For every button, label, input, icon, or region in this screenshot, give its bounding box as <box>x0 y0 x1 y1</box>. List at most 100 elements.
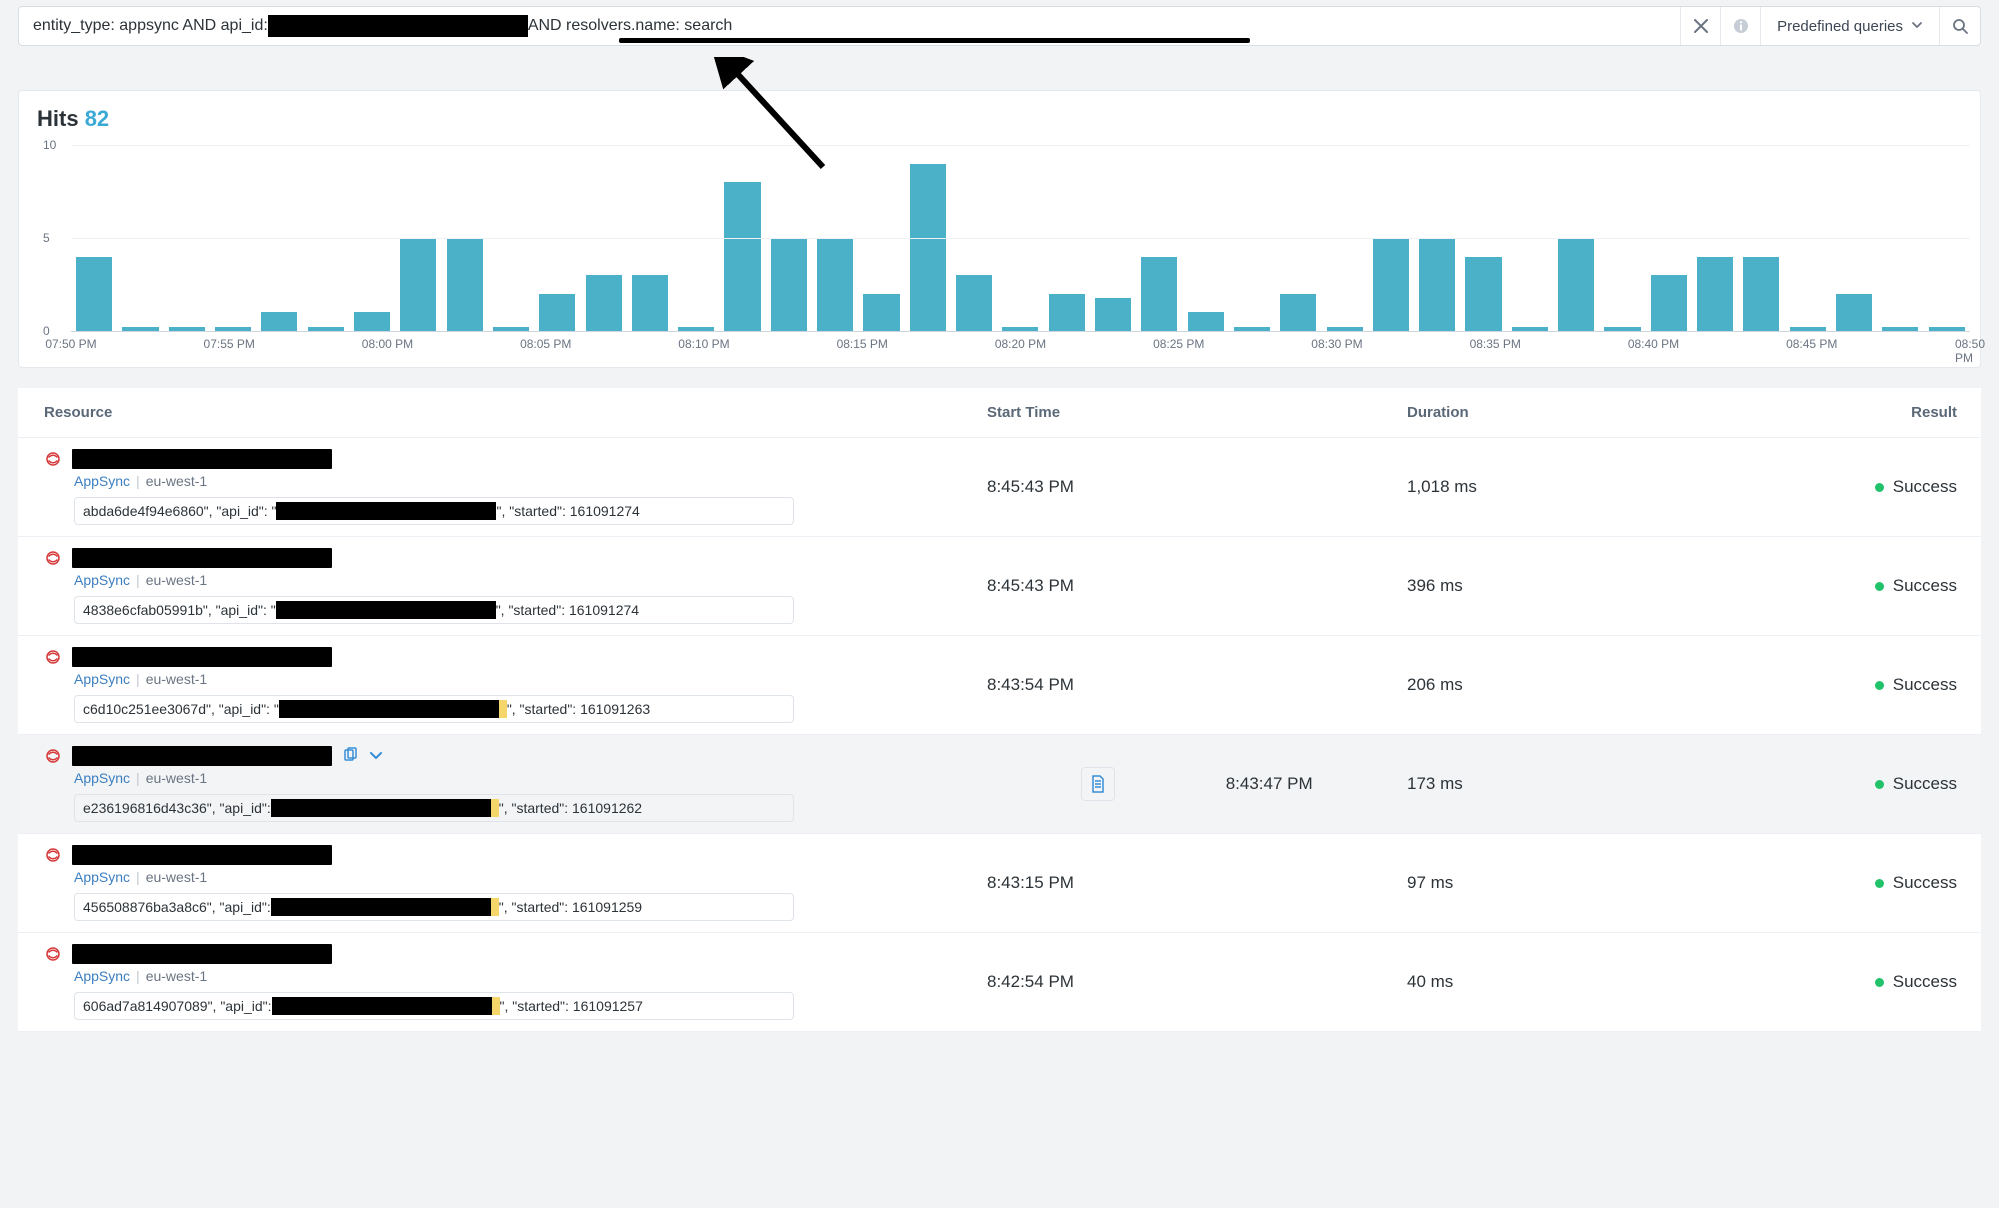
x-tick-label: 08:20 PM <box>995 337 1046 351</box>
snippet-box: abda6de4f94e6860", "api_id": "", "starte… <box>74 497 794 525</box>
duration-value: 206 ms <box>1407 675 1827 695</box>
service-label: AppSync <box>74 968 130 984</box>
bar-slot <box>905 164 951 331</box>
bar-slot <box>951 275 997 331</box>
col-resource[interactable]: Resource <box>44 404 987 421</box>
results-list: Resource Start Time Duration Result AppS… <box>18 388 1981 1032</box>
x-tick-label: 08:10 PM <box>678 337 729 351</box>
chevron-down-icon <box>1911 18 1923 35</box>
chart-bar[interactable] <box>354 312 390 331</box>
chart-bar[interactable] <box>863 294 899 331</box>
chart-bar[interactable] <box>910 164 946 331</box>
chart-bar[interactable] <box>956 275 992 331</box>
redacted-resource-name <box>72 845 332 865</box>
chart-bar[interactable] <box>1651 275 1687 331</box>
chevron-down-icon[interactable] <box>368 747 384 766</box>
snippet-box: 606ad7a814907089", "api_id": ", "started… <box>74 992 794 1020</box>
chart-bar[interactable] <box>1280 294 1316 331</box>
resource-meta: AppSync|eu-west-1 <box>74 671 987 687</box>
resource-meta: AppSync|eu-west-1 <box>74 869 987 885</box>
info-icon <box>1733 18 1749 34</box>
start-time-value: 8:43:15 PM <box>987 873 1074 893</box>
status-dot-icon <box>1875 483 1884 492</box>
resource-meta: AppSync|eu-west-1 <box>74 473 987 489</box>
table-row[interactable]: AppSync|eu-west-1 abda6de4f94e6860", "api… <box>18 438 1981 537</box>
redacted-resource-name <box>72 647 332 667</box>
resource-meta: AppSync|eu-west-1 <box>74 572 987 588</box>
redacted-api-id <box>271 799 491 817</box>
col-duration[interactable]: Duration <box>1407 404 1827 421</box>
chart-bar[interactable] <box>1373 238 1409 331</box>
hits-label: Hits <box>37 106 79 131</box>
bar-slot <box>719 182 765 331</box>
bar-slot <box>1044 294 1090 331</box>
chart-bar[interactable] <box>1049 294 1085 331</box>
col-result[interactable]: Result <box>1827 404 1957 421</box>
clear-search-button[interactable] <box>1681 7 1721 45</box>
service-label: AppSync <box>74 770 130 786</box>
bar-slot <box>858 294 904 331</box>
search-info-button[interactable] <box>1721 7 1761 45</box>
redacted-api-id <box>271 898 491 916</box>
snippet-tail: ", "started": 161091257 <box>500 998 643 1014</box>
duration-value: 173 ms <box>1407 774 1827 794</box>
col-start-time[interactable]: Start Time <box>987 404 1407 421</box>
redacted-api-id <box>279 700 499 718</box>
status-dot-icon <box>1875 780 1884 789</box>
chart-bar[interactable] <box>400 238 436 331</box>
chart-bar[interactable] <box>771 238 807 331</box>
chart-bar[interactable] <box>632 275 668 331</box>
hits-count: 82 <box>85 106 109 131</box>
close-icon <box>1694 19 1708 33</box>
chart-bar[interactable] <box>724 182 760 331</box>
bar-slot <box>71 257 117 331</box>
x-tick-label: 08:05 PM <box>520 337 571 351</box>
service-label: AppSync <box>74 671 130 687</box>
chart-bar[interactable] <box>817 238 853 331</box>
chart-bar[interactable] <box>1419 238 1455 331</box>
table-row[interactable]: AppSync|eu-west-1606ad7a814907089", "api… <box>18 933 1981 1032</box>
predefined-queries-dropdown[interactable]: Predefined queries <box>1761 7 1940 45</box>
redacted-resource-name <box>72 944 332 964</box>
gridline <box>71 238 1970 239</box>
search-button[interactable] <box>1940 7 1980 45</box>
chart-bar[interactable] <box>1095 298 1131 331</box>
bar-slot <box>1414 238 1460 331</box>
table-row[interactable]: AppSync|eu-west-1 c6d10c251ee3067d", "api… <box>18 636 1981 735</box>
chart-bar[interactable] <box>1465 257 1501 331</box>
snippet-box: c6d10c251ee3067d", "api_id": "", "starte… <box>74 695 794 723</box>
chart-bar[interactable] <box>586 275 622 331</box>
x-tick-label: 08:35 PM <box>1470 337 1521 351</box>
duration-value: 40 ms <box>1407 972 1827 992</box>
hits-chart[interactable]: 07:50 PM07:55 PM08:00 PM08:05 PM08:10 PM… <box>43 139 1970 359</box>
hits-chart-card: Hits 82 07:50 PM07:55 PM08:00 PM08:05 PM… <box>18 90 1981 368</box>
search-input[interactable]: entity_type: appsync AND api_id: AND res… <box>19 7 1681 45</box>
table-row[interactable]: AppSync|eu-west-1e236196816d43c36", "api… <box>18 735 1981 834</box>
redacted-resource-name <box>72 548 332 568</box>
table-row[interactable]: AppSync|eu-west-1 456508876ba3a8c6", "api… <box>18 834 1981 933</box>
open-document-button[interactable] <box>1081 767 1115 801</box>
service-label: AppSync <box>74 869 130 885</box>
chart-bar[interactable] <box>261 312 297 331</box>
table-row[interactable]: AppSync|eu-west-14838e6cfab05991b", "api… <box>18 537 1981 636</box>
chart-bar[interactable] <box>1558 238 1594 331</box>
chart-bar[interactable] <box>1141 257 1177 331</box>
chart-bar[interactable] <box>1836 294 1872 331</box>
result-cell: Success <box>1827 675 1957 695</box>
chart-bar[interactable] <box>447 238 483 331</box>
results-header: Resource Start Time Duration Result <box>18 388 1981 438</box>
service-label: AppSync <box>74 572 130 588</box>
chart-bar[interactable] <box>1697 257 1733 331</box>
result-label: Success <box>1893 576 1957 596</box>
chart-bar[interactable] <box>539 294 575 331</box>
snippet-box: 456508876ba3a8c6", "api_id": ", "started… <box>74 893 794 921</box>
x-tick-label: 08:00 PM <box>362 337 413 351</box>
chart-bar[interactable] <box>1188 312 1224 331</box>
chart-bar[interactable] <box>76 257 112 331</box>
status-dot-icon <box>1875 582 1884 591</box>
copy-icon[interactable] <box>342 747 358 766</box>
bar-slot <box>1090 298 1136 331</box>
result-cell: Success <box>1827 576 1957 596</box>
chart-bar[interactable] <box>1743 257 1779 331</box>
duration-value: 396 ms <box>1407 576 1827 596</box>
